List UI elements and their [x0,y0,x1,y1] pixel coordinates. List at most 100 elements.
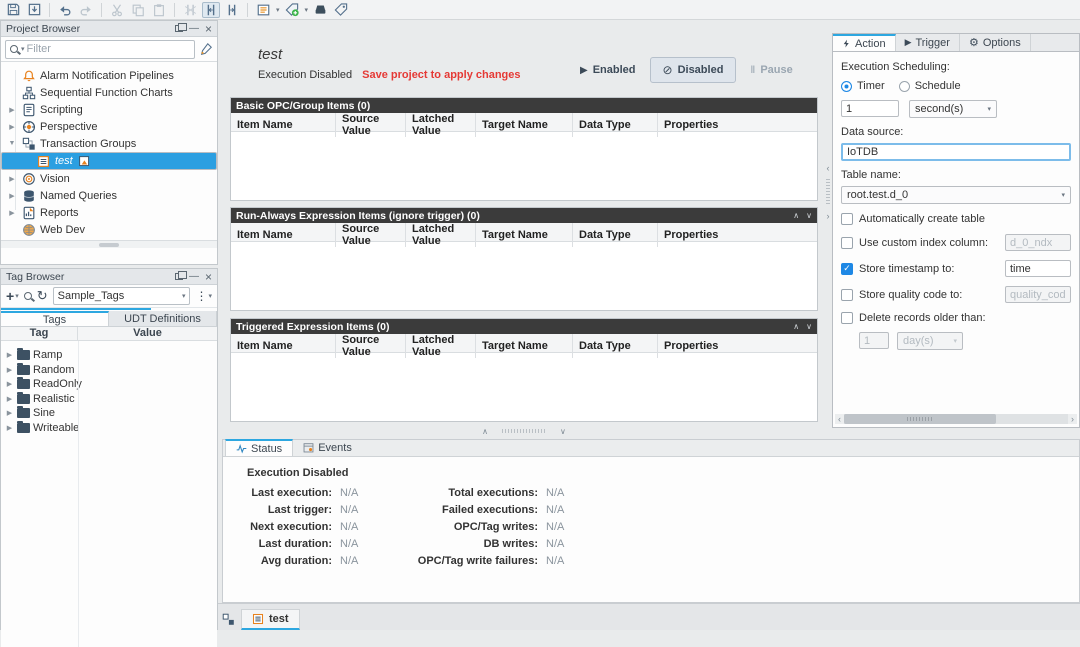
tag-folder-ramp[interactable]: ▶ Ramp [1,348,217,363]
disabled-button[interactable]: ⊘ Disabled [649,57,737,83]
project-filter-input[interactable] [26,43,190,55]
checkbox-unchecked[interactable] [841,213,853,225]
tree-item-sfc[interactable]: Sequential Function Charts [1,84,217,101]
tag-folder-readonly[interactable]: ▶ ReadOnly [1,377,217,392]
delete-value-input[interactable] [859,332,889,349]
tag-menu-button[interactable]: ⋮ ▾ [195,289,212,303]
tree-item-alarm-pipelines[interactable]: Alarm Notification Pipelines [1,67,217,84]
expander-icon[interactable]: ▶ [5,395,14,403]
expander-icon[interactable]: ▶ [7,209,17,217]
horizontal-splitter[interactable]: ∧ ∨ [222,424,826,438]
enabled-button[interactable]: ▶ Enabled [580,64,636,76]
table-body-empty[interactable] [231,353,817,421]
save-icon[interactable] [4,2,22,18]
vertical-splitter[interactable]: ‹ › [824,33,832,428]
expander-icon[interactable]: ▶ [5,366,14,374]
scroll-right-icon[interactable]: › [1068,414,1077,424]
horizontal-scrollbar[interactable]: ‹ › [835,414,1077,424]
restore-icon[interactable] [174,271,187,280]
gateway-icon[interactable] [311,2,329,18]
minimize-icon[interactable]: — [189,23,199,33]
expander-icon[interactable]: ▶ [7,175,17,183]
tab-events[interactable]: Events [293,439,362,456]
tag-folder-sine[interactable]: ▶ Sine [1,406,217,421]
custom-index-input[interactable] [1005,234,1071,251]
column-item-name[interactable]: Item Name [231,223,336,247]
column-latched-value[interactable]: Latched Value [406,113,476,137]
tab-udt-definitions[interactable]: UDT Definitions [109,311,217,326]
checkbox-checked[interactable]: ✓ [841,262,853,275]
column-latched-value[interactable]: Latched Value [406,334,476,358]
tree-item-test[interactable]: test [1,152,217,170]
tree-item-vision[interactable]: ▶ Vision [1,170,217,187]
highlight-icon[interactable] [199,42,213,56]
merge-right-icon[interactable] [223,2,241,18]
collapse-up-icon[interactable]: ∧ [793,322,799,331]
splitter-grip[interactable] [826,178,830,205]
tag-add-dropdown-icon[interactable]: ▾ [305,6,309,14]
collapse-up-icon[interactable]: ∧ [793,211,799,220]
timer-value-input[interactable] [841,100,899,117]
timer-unit-select[interactable]: second(s) ▾ [909,100,997,118]
schedule-radio[interactable]: Schedule [898,80,961,92]
merge-disabled-icon[interactable] [181,2,199,18]
tree-item-perspective[interactable]: ▶ Perspective [1,118,217,135]
tag-provider-select[interactable]: Sample_Tags ▾ [52,287,191,305]
copy-icon[interactable] [129,2,147,18]
table-body-empty[interactable] [231,132,817,200]
scrollbar-thumb[interactable] [844,414,997,424]
project-filter-box[interactable]: ▾ [5,39,195,59]
column-source-value[interactable]: Source Value [336,113,406,137]
export-icon[interactable] [25,2,43,18]
column-properties[interactable]: Properties [658,113,817,137]
splitter-up-icon[interactable]: ∧ [482,427,488,436]
tab-options[interactable]: ⚙ Options [960,34,1031,51]
store-timestamp-input[interactable] [1005,260,1071,277]
column-data-type[interactable]: Data Type [573,223,658,247]
delete-unit-select[interactable]: day(s) ▾ [897,332,963,350]
tag-folder-realistic[interactable]: ▶ Realistic [1,391,217,407]
timer-radio[interactable]: Timer [841,80,885,92]
tree-item-transaction-groups[interactable]: ▼ Transaction Groups [1,135,217,152]
cut-icon[interactable] [108,2,126,18]
table-name-select[interactable]: root.test.d_0 ▾ [841,186,1071,204]
column-item-name[interactable]: Item Name [231,334,336,358]
data-source-input[interactable] [841,143,1071,161]
paste-icon[interactable] [150,2,168,18]
add-tag-button[interactable]: + ▾ [6,289,19,303]
column-target-name[interactable]: Target Name [476,113,573,137]
collapse-down-icon[interactable]: ∨ [806,322,812,331]
expander-icon[interactable]: ▶ [5,380,14,388]
column-tag[interactable]: Tag [1,327,78,340]
pause-button[interactable]: Ⅱ Pause [750,64,792,76]
expander-icon[interactable]: ▼ [7,140,17,147]
refresh-icon[interactable]: ↻ [37,288,48,304]
splitter-right-icon[interactable]: › [827,211,830,221]
tree-item-web-dev[interactable]: Web Dev [1,221,217,238]
checkbox-unchecked[interactable] [841,312,853,324]
undo-icon[interactable] [56,2,74,18]
column-properties[interactable]: Properties [658,223,817,247]
project-browser-resize-grip[interactable] [1,240,217,248]
checkbox-unchecked[interactable] [841,236,853,249]
tab-status[interactable]: Status [225,439,294,456]
merge-left-icon[interactable] [202,1,220,18]
splitter-left-icon[interactable]: ‹ [827,163,830,173]
column-item-name[interactable]: Item Name [231,113,336,137]
search-dropdown-icon[interactable]: ▾ [21,45,25,53]
collapse-down-icon[interactable]: ∨ [806,211,812,220]
column-properties[interactable]: Properties [658,334,817,358]
tab-trigger[interactable]: ▶ Trigger [896,34,960,51]
tab-tags[interactable]: Tags [1,311,109,326]
column-source-value[interactable]: Source Value [336,334,406,358]
expander-icon[interactable]: ▶ [7,192,17,200]
scrollbar-track[interactable] [844,414,1068,424]
close-icon[interactable]: × [205,23,212,35]
column-latched-value[interactable]: Latched Value [406,223,476,247]
tab-test[interactable]: test [241,609,300,630]
minimize-icon[interactable]: — [189,271,199,281]
redo-icon[interactable] [77,2,95,18]
checkbox-unchecked[interactable] [841,288,853,301]
expander-icon[interactable]: ▶ [7,106,17,114]
column-source-value[interactable]: Source Value [336,223,406,247]
